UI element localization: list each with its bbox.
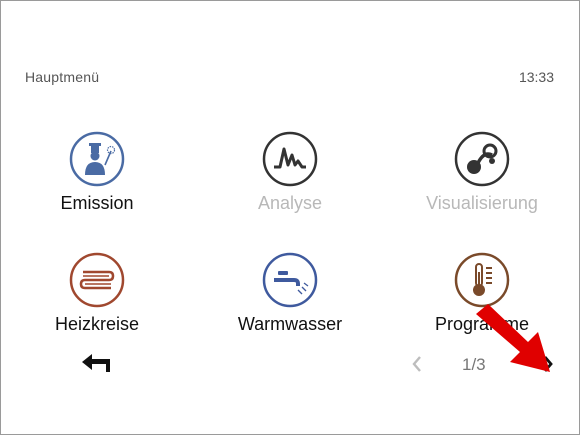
peak-graph-icon xyxy=(262,131,318,187)
visualization-icon xyxy=(454,131,510,187)
menu-tile-emission[interactable]: Emission xyxy=(7,131,187,236)
menu-tile-heizkreise-label: Heizkreise xyxy=(54,314,140,334)
back-arrow-icon[interactable] xyxy=(80,350,114,376)
menu-tile-visualisierung[interactable]: Visualisierung xyxy=(392,131,572,236)
menu-tile-analyse-label: Analyse xyxy=(257,193,323,213)
chimney-sweep-icon xyxy=(69,131,125,187)
thermometer-list-icon xyxy=(454,252,510,308)
clock: 13:33 xyxy=(518,69,554,85)
menu-tile-analyse[interactable]: Analyse xyxy=(200,131,380,236)
faucet-icon xyxy=(262,252,318,308)
menu-tile-programme-label: Programme xyxy=(434,314,530,334)
page-indicator: 1/3 xyxy=(462,355,486,374)
menu-tile-warmwasser[interactable]: Warmwasser xyxy=(200,252,380,357)
page-title: Hauptmenü xyxy=(25,69,100,85)
previous-page-icon[interactable] xyxy=(408,352,426,376)
menu-tile-visualisierung-label: Visualisierung xyxy=(426,193,538,213)
next-page-icon[interactable] xyxy=(538,352,558,376)
menu-tile-emission-label: Emission xyxy=(60,193,134,213)
menu-tile-heizkreise[interactable]: Heizkreise xyxy=(7,252,187,357)
heating-circuit-icon xyxy=(69,252,125,308)
menu-tile-programme[interactable]: Programme xyxy=(392,252,572,357)
menu-tile-warmwasser-label: Warmwasser xyxy=(237,314,343,334)
